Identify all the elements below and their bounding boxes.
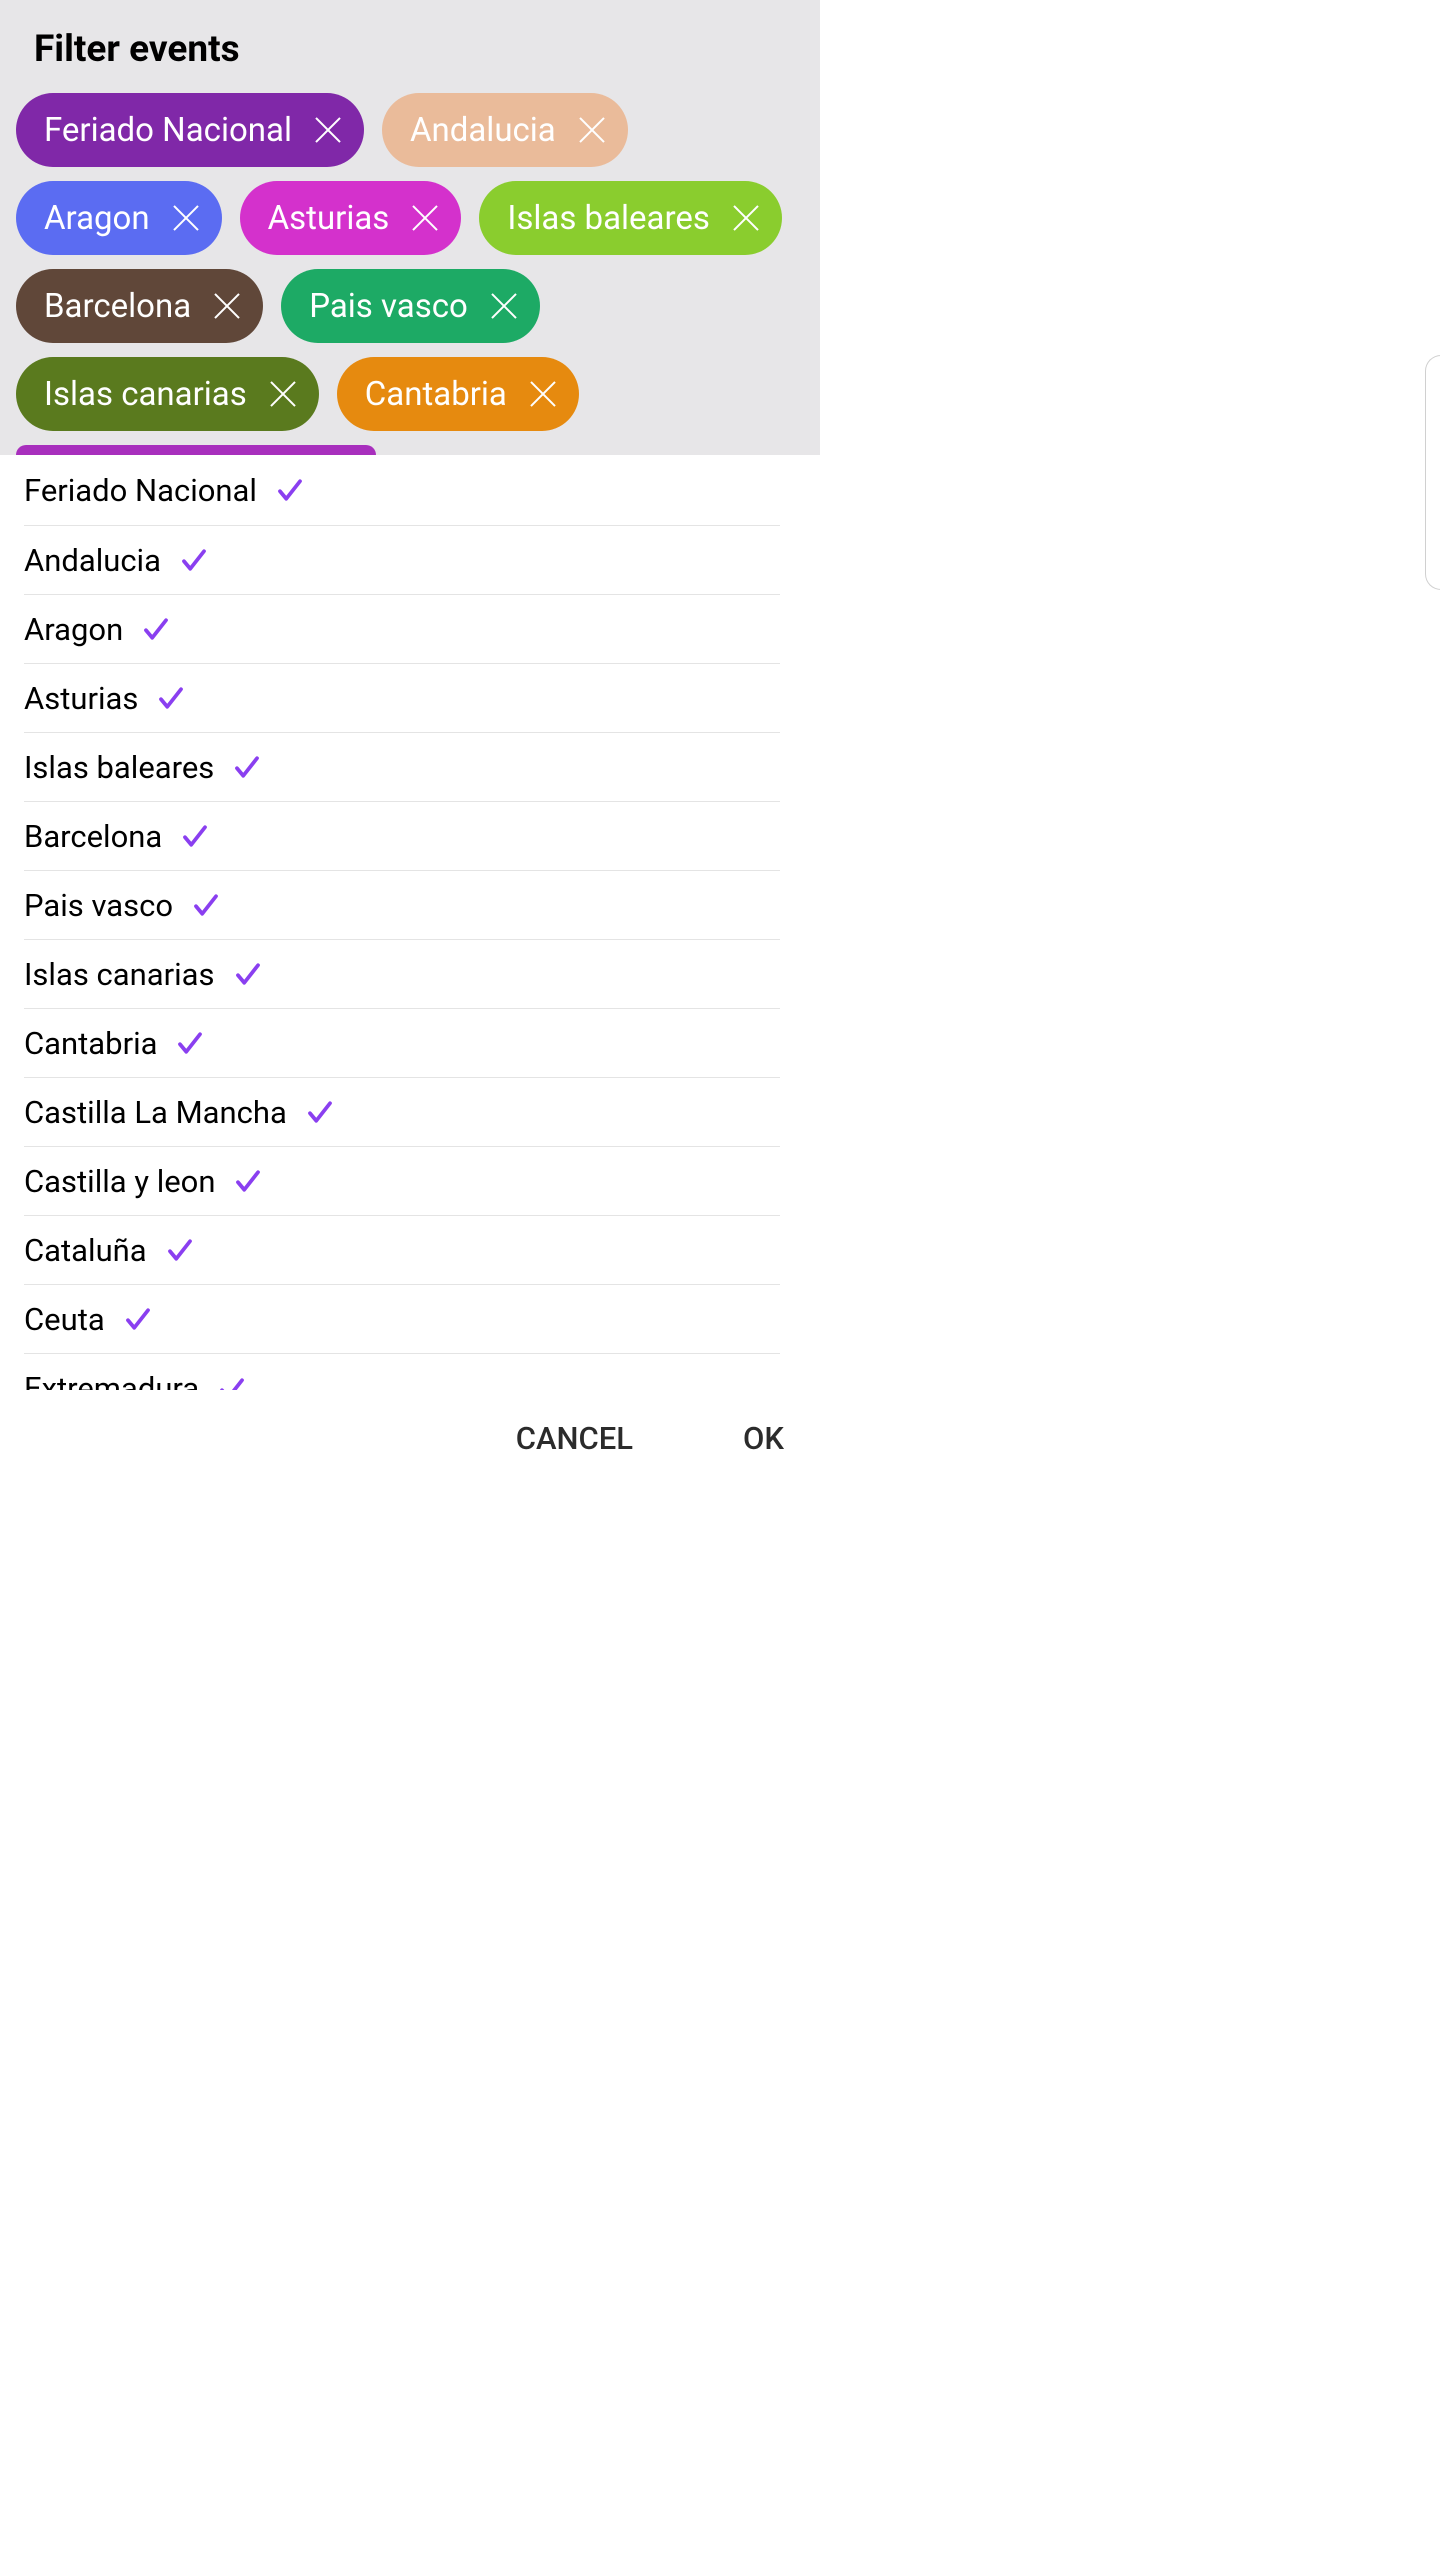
- list-item-label: Pais vasco: [24, 887, 173, 924]
- check-icon: [123, 1304, 153, 1334]
- chip[interactable]: Aragon: [16, 181, 222, 255]
- list-item[interactable]: Castilla La Mancha: [24, 1078, 780, 1147]
- options-list[interactable]: Feriado Nacional Andalucia Aragon Asturias I…: [0, 455, 820, 1390]
- list-item-label: Ceuta: [24, 1301, 105, 1338]
- list-item-label: Asturias: [24, 680, 138, 717]
- chip[interactable]: Islas baleares: [479, 181, 782, 255]
- list-item[interactable]: Barcelona: [24, 802, 780, 871]
- chip-label: Aragon: [44, 199, 150, 238]
- check-icon: [141, 614, 171, 644]
- chip[interactable]: Asturias: [240, 181, 462, 255]
- list-item[interactable]: Andalucia: [24, 526, 780, 595]
- dialog-title: Filter events: [34, 28, 804, 71]
- dialog-header: Filter events Feriado Nacional Andalucia A…: [0, 0, 820, 455]
- list-item-label: Feriado Nacional: [24, 472, 257, 509]
- list-item-label: Islas canarias: [24, 956, 215, 993]
- check-icon: [175, 1028, 205, 1058]
- close-icon[interactable]: [172, 204, 200, 232]
- scroll-indicator[interactable]: [1425, 355, 1440, 590]
- list-item-label: Cataluña: [24, 1232, 147, 1269]
- list-item-label: Extremadura: [24, 1370, 199, 1390]
- check-icon: [217, 1374, 247, 1391]
- close-icon[interactable]: [269, 380, 297, 408]
- check-icon: [233, 1166, 263, 1196]
- check-icon: [232, 752, 262, 782]
- chip[interactable]: Andalucia: [382, 93, 628, 167]
- check-icon: [180, 821, 210, 851]
- close-icon[interactable]: [529, 380, 557, 408]
- check-icon: [305, 1097, 335, 1127]
- filter-events-dialog: Filter events Feriado Nacional Andalucia A…: [0, 0, 820, 1486]
- dialog-actions: CANCEL OK: [0, 1390, 820, 1486]
- list-item[interactable]: Extremadura: [24, 1354, 780, 1390]
- list-item-label: Islas baleares: [24, 749, 214, 786]
- chip-label: Asturias: [268, 199, 390, 238]
- check-icon: [191, 890, 221, 920]
- list-item-label: Andalucia: [24, 542, 161, 579]
- check-icon: [233, 959, 263, 989]
- close-icon[interactable]: [490, 292, 518, 320]
- chip-label: Andalucia: [410, 111, 556, 150]
- chip-label: Feriado Nacional: [44, 111, 292, 150]
- chip-label: Islas baleares: [507, 199, 710, 238]
- cancel-button[interactable]: CANCEL: [516, 1420, 633, 1457]
- chip[interactable]: Barcelona: [16, 269, 263, 343]
- list-item-label: Cantabria: [24, 1025, 157, 1062]
- chip-label: Pais vasco: [309, 287, 468, 326]
- chip-label: Islas canarias: [44, 375, 247, 414]
- list-item[interactable]: Cantabria: [24, 1009, 780, 1078]
- chip[interactable]: Cantabria: [337, 357, 579, 431]
- list-item[interactable]: Islas baleares: [24, 733, 780, 802]
- check-icon: [156, 683, 186, 713]
- check-icon: [165, 1235, 195, 1265]
- list-item[interactable]: Ceuta: [24, 1285, 780, 1354]
- list-item-label: Aragon: [24, 611, 123, 648]
- close-icon[interactable]: [732, 204, 760, 232]
- list-item[interactable]: Feriado Nacional: [24, 455, 780, 526]
- chip[interactable]: Islas canarias: [16, 357, 319, 431]
- chip[interactable]: Pais vasco: [281, 269, 540, 343]
- chip[interactable]: Feriado Nacional: [16, 93, 364, 167]
- list-item[interactable]: Pais vasco: [24, 871, 780, 940]
- close-icon[interactable]: [314, 116, 342, 144]
- list-item-label: Barcelona: [24, 818, 162, 855]
- list-item-label: Castilla y leon: [24, 1163, 215, 1200]
- check-icon: [179, 545, 209, 575]
- list-item[interactable]: Islas canarias: [24, 940, 780, 1009]
- list-item[interactable]: Castilla y leon: [24, 1147, 780, 1216]
- ok-button[interactable]: OK: [743, 1420, 784, 1457]
- chip-partially-visible[interactable]: [16, 445, 376, 455]
- list-item-label: Castilla La Mancha: [24, 1094, 287, 1131]
- close-icon[interactable]: [411, 204, 439, 232]
- close-icon[interactable]: [578, 116, 606, 144]
- chip-label: Barcelona: [44, 287, 191, 326]
- close-icon[interactable]: [213, 292, 241, 320]
- selected-chips: Feriado Nacional Andalucia Aragon Asturias I…: [16, 93, 804, 431]
- chip-label: Cantabria: [365, 375, 507, 414]
- list-item[interactable]: Cataluña: [24, 1216, 780, 1285]
- check-icon: [275, 475, 305, 505]
- list-item[interactable]: Asturias: [24, 664, 780, 733]
- list-item[interactable]: Aragon: [24, 595, 780, 664]
